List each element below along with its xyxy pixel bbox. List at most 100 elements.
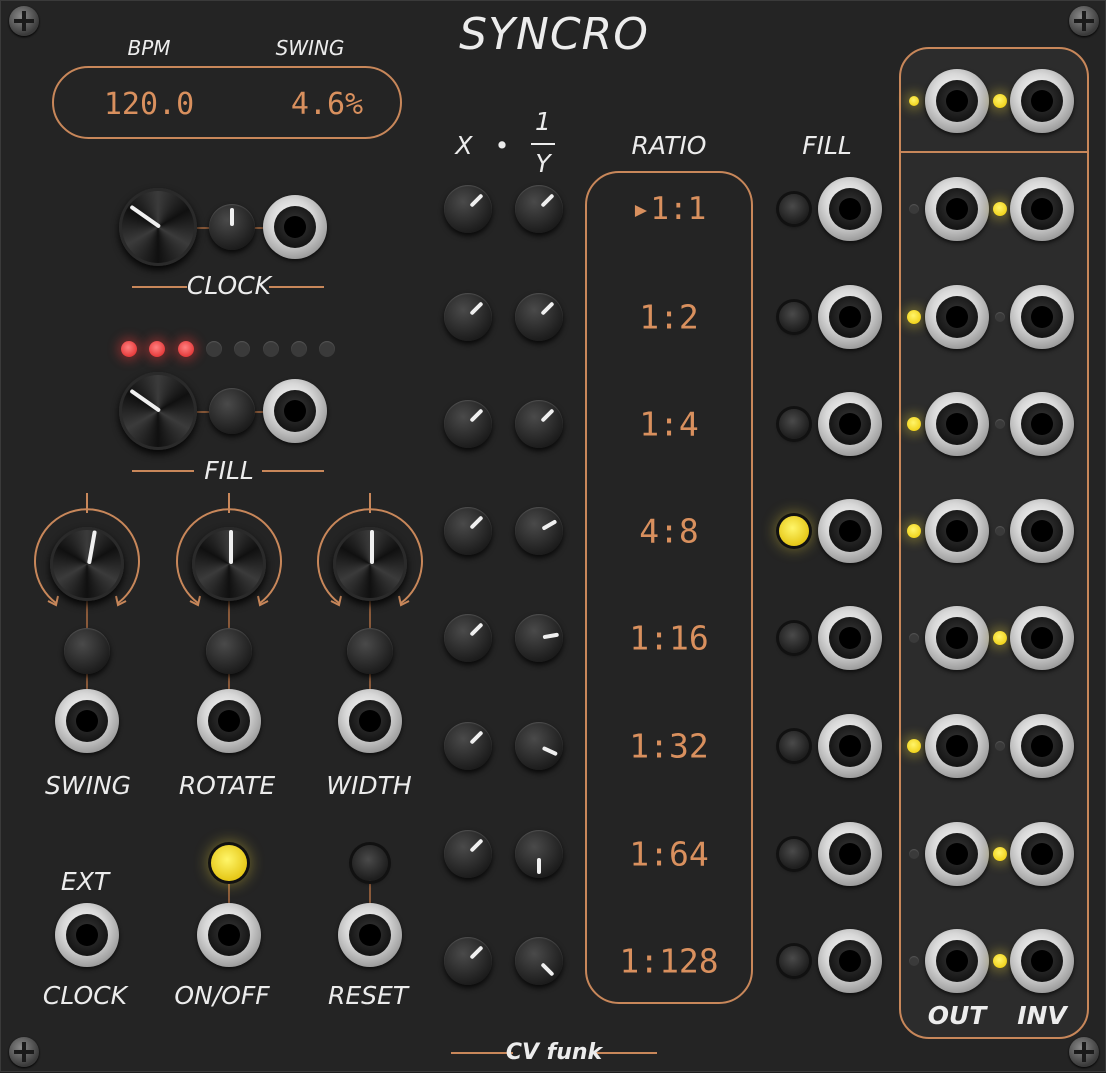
- fill-step-led: [149, 341, 166, 357]
- ratio-x-knob[interactable]: [444, 507, 492, 555]
- fill-toggle-button[interactable]: [779, 839, 809, 869]
- width-knob[interactable]: [333, 527, 407, 601]
- clock-knob-indicator: [129, 204, 162, 229]
- width-label: WIDTH: [326, 771, 412, 800]
- swing-knob-indicator: [87, 530, 97, 565]
- ratio-x-knob[interactable]: [444, 400, 492, 448]
- screw-icon: [9, 6, 39, 36]
- fill-toggle-button[interactable]: [779, 731, 809, 761]
- width-cv-jack[interactable]: [338, 689, 402, 753]
- fill-cv-jack[interactable]: [818, 929, 882, 993]
- ratio-x-knob[interactable]: [444, 722, 492, 770]
- fill-toggle-button[interactable]: [779, 409, 809, 439]
- ratio-y-knob[interactable]: [515, 830, 563, 878]
- fill-step-led: [234, 341, 251, 357]
- fill-cv-jack[interactable]: [263, 379, 327, 443]
- fill-step-led: [121, 341, 137, 357]
- out-jack[interactable]: [925, 392, 989, 456]
- out-jack[interactable]: [925, 285, 989, 349]
- out-jack[interactable]: [925, 177, 989, 241]
- knob-indicator: [540, 408, 555, 423]
- fill-cv-jack[interactable]: [818, 392, 882, 456]
- knob-indicator: [541, 745, 558, 757]
- fill-toggle-button[interactable]: [779, 302, 809, 332]
- inv-jack[interactable]: [1010, 392, 1074, 456]
- onoff-jack[interactable]: [197, 903, 261, 967]
- reset-jack[interactable]: [338, 903, 402, 967]
- out-jack[interactable]: [925, 822, 989, 886]
- fill-cv-jack[interactable]: [818, 285, 882, 349]
- ratio-y-knob[interactable]: [515, 722, 563, 770]
- width-cv-attenuator[interactable]: [347, 628, 393, 674]
- fill-cv-jack[interactable]: [818, 714, 882, 778]
- output-divider: [900, 151, 1088, 153]
- rotate-knob[interactable]: [192, 527, 266, 601]
- out-led: [909, 204, 919, 214]
- ratio-x-knob[interactable]: [444, 614, 492, 662]
- inv-jack[interactable]: [1010, 822, 1074, 886]
- brand-rule-left: [451, 1052, 513, 1054]
- out-led: [907, 310, 921, 324]
- inv-jack[interactable]: [1010, 177, 1074, 241]
- fill-toggle-button[interactable]: [779, 946, 809, 976]
- ratio-y-knob[interactable]: [515, 614, 563, 662]
- ratio-value: 4:8: [639, 511, 699, 551]
- clock-inv-jack[interactable]: [1010, 69, 1074, 133]
- fraction-bar: [531, 143, 555, 145]
- ratio-y-knob[interactable]: [515, 937, 563, 985]
- out-jack[interactable]: [925, 606, 989, 670]
- fill-cv-jack[interactable]: [818, 606, 882, 670]
- inv-jack[interactable]: [1010, 714, 1074, 778]
- inv-jack[interactable]: [1010, 285, 1074, 349]
- ext-clock-jack[interactable]: [55, 903, 119, 967]
- clock-out-jack[interactable]: [925, 69, 989, 133]
- swing-cv-attenuator[interactable]: [64, 628, 110, 674]
- knob-indicator: [469, 730, 484, 745]
- ratio-x-knob[interactable]: [444, 830, 492, 878]
- fill-cv-jack[interactable]: [818, 499, 882, 563]
- fill-label: FILL: [204, 456, 254, 485]
- fill-cv-attenuator[interactable]: [209, 388, 255, 434]
- fill-knob[interactable]: [119, 372, 197, 450]
- ratio-value: 1:128: [619, 941, 719, 981]
- out-jack[interactable]: [925, 714, 989, 778]
- ratio-y-knob[interactable]: [515, 293, 563, 341]
- out-jack[interactable]: [925, 499, 989, 563]
- ratio-x-knob[interactable]: [444, 185, 492, 233]
- ratio-y-knob[interactable]: [515, 185, 563, 233]
- ratio-value: 1:2: [639, 297, 699, 337]
- rotate-cv-attenuator[interactable]: [206, 628, 252, 674]
- swing-cv-jack[interactable]: [55, 689, 119, 753]
- rotate-cv-jack[interactable]: [197, 689, 261, 753]
- reset-button[interactable]: [352, 845, 388, 881]
- fill-cv-jack[interactable]: [818, 177, 882, 241]
- ratio-y-knob[interactable]: [515, 400, 563, 448]
- swing-knob[interactable]: [50, 527, 124, 601]
- inv-jack[interactable]: [1010, 499, 1074, 563]
- ratio-display: [585, 171, 753, 1004]
- knob-indicator: [469, 838, 484, 853]
- brand-logo: CV funk: [505, 1040, 603, 1065]
- clock-knob[interactable]: [119, 188, 197, 266]
- swing-value: 4.6%: [290, 87, 364, 122]
- fill-toggle-button[interactable]: [779, 516, 809, 546]
- onoff-button[interactable]: [211, 845, 247, 881]
- clock-cv-attenuator[interactable]: [209, 204, 255, 250]
- ratio-x-knob[interactable]: [444, 937, 492, 985]
- fill-toggle-button[interactable]: [779, 623, 809, 653]
- inv-jack[interactable]: [1010, 929, 1074, 993]
- knob-indicator: [542, 632, 560, 640]
- fill-toggle-button[interactable]: [779, 194, 809, 224]
- inv-led: [995, 526, 1005, 536]
- out-jack[interactable]: [925, 929, 989, 993]
- clock-inv-led: [993, 94, 1007, 108]
- fill-knob-indicator: [129, 388, 162, 413]
- inv-led: [995, 419, 1005, 429]
- screw-icon: [1069, 1037, 1099, 1067]
- fill-step-led: [319, 341, 336, 357]
- inv-jack[interactable]: [1010, 606, 1074, 670]
- ratio-x-knob[interactable]: [444, 293, 492, 341]
- clock-cv-jack[interactable]: [263, 195, 327, 259]
- fill-cv-jack[interactable]: [818, 822, 882, 886]
- ratio-y-knob[interactable]: [515, 507, 563, 555]
